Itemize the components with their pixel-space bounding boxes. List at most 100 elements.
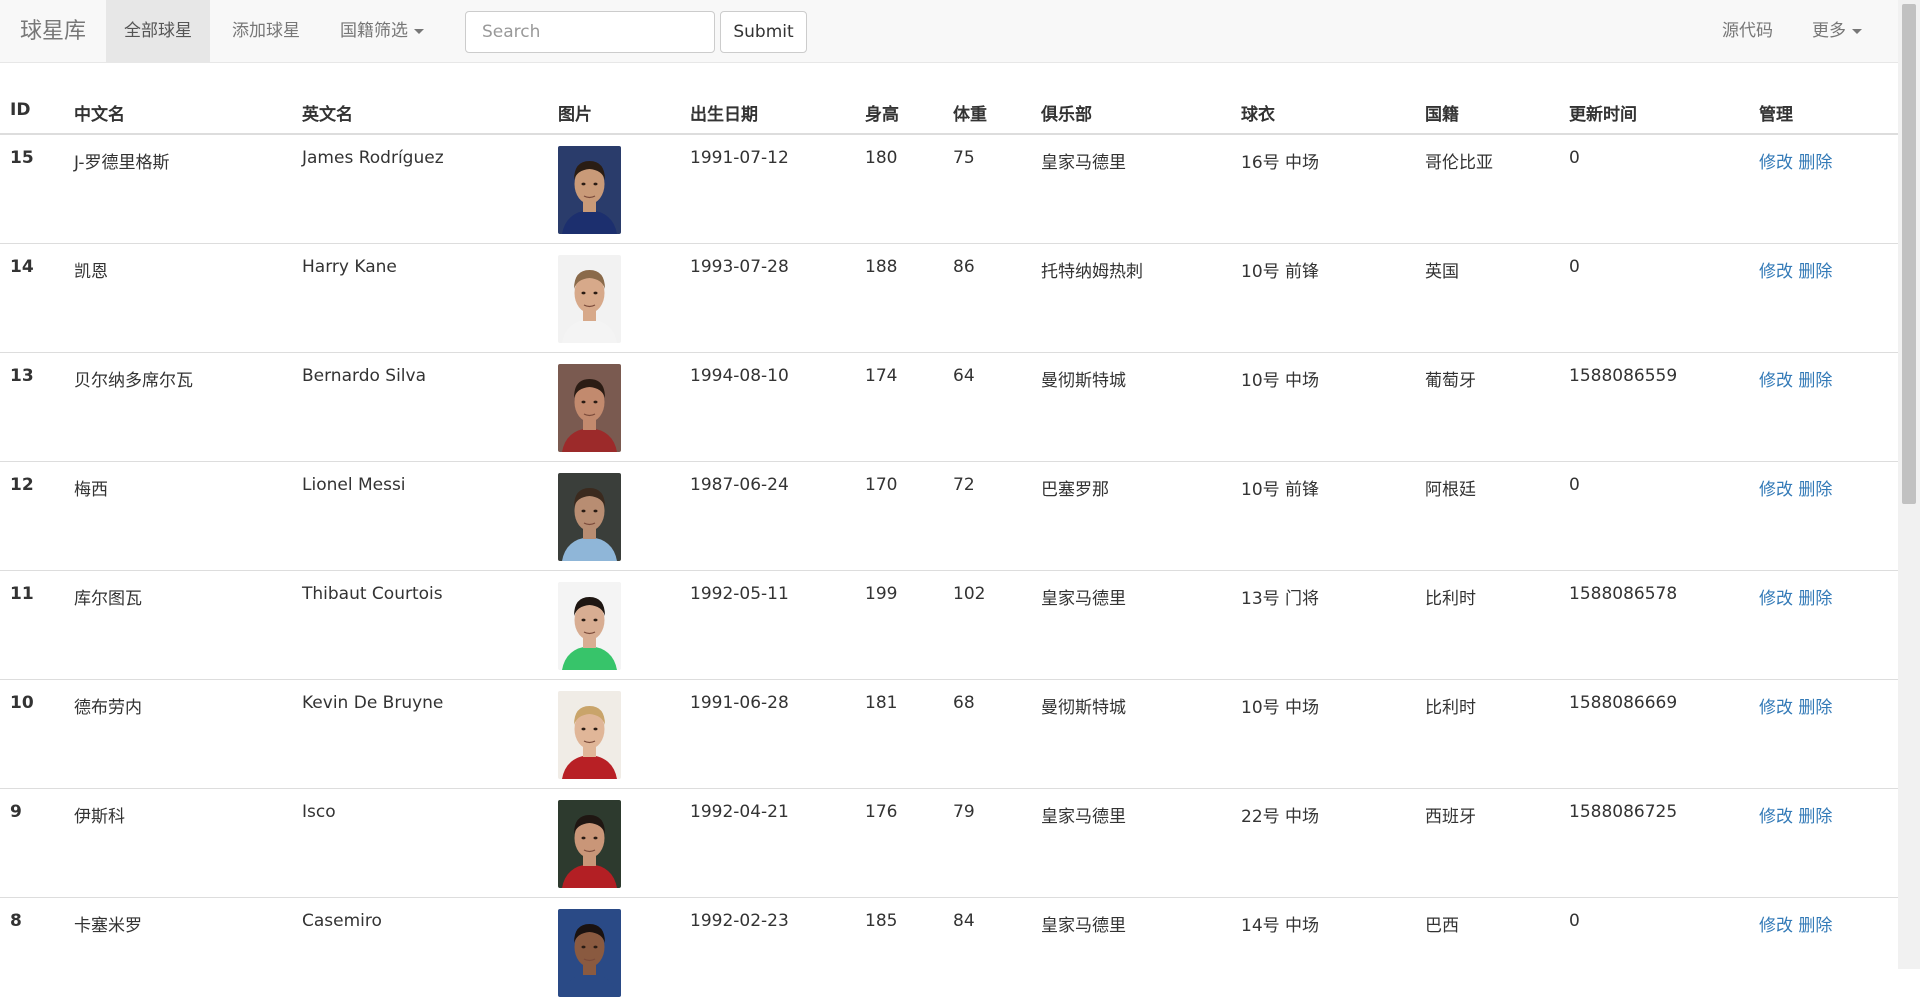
edit-link[interactable]: 修改	[1759, 480, 1793, 500]
english-name: James Rodríguez	[292, 133, 548, 243]
player-id: 15	[0, 133, 64, 243]
delete-link[interactable]: 删除	[1798, 480, 1832, 500]
photo-cell	[548, 460, 680, 570]
weight-value: 64	[943, 351, 1031, 461]
column-header: 俱乐部	[1031, 86, 1231, 135]
edit-link[interactable]: 修改	[1759, 589, 1793, 609]
player-photo	[558, 581, 621, 670]
english-name: Kevin De Bruyne	[292, 678, 548, 788]
player-id: 10	[0, 678, 64, 788]
photo-cell	[548, 787, 680, 897]
nationality: 英国	[1415, 242, 1559, 352]
nav-more-dropdown[interactable]: 更多	[1794, 0, 1880, 63]
nav-source-code[interactable]: 源代码	[1704, 0, 1791, 63]
edit-link[interactable]: 修改	[1759, 262, 1793, 282]
player-photo	[558, 363, 621, 452]
birth-date: 1987-06-24	[680, 460, 855, 570]
actions-cell: 修改 删除	[1749, 896, 1898, 1006]
weight-value: 75	[943, 133, 1031, 243]
table-row: 10 德布劳内 Kevin De Bruyne 1991-06-28 181 68 曼彻斯特…	[0, 678, 1898, 788]
player-id: 14	[0, 242, 64, 352]
nationality: 西班牙	[1415, 787, 1559, 897]
chinese-name: 贝尔纳多席尔瓦	[64, 351, 292, 461]
table-body: 15 J-罗德里格斯 James Rodríguez 1991-07-12 180 75 皇…	[0, 133, 1898, 1006]
column-header: 图片	[548, 86, 680, 135]
delete-link[interactable]: 删除	[1798, 698, 1832, 718]
chevron-down-icon	[414, 28, 424, 34]
update-time: 1588086578	[1559, 569, 1749, 679]
nationality-filter-label: 国籍筛选	[340, 21, 408, 41]
player-photo	[558, 690, 621, 779]
nationality: 葡萄牙	[1415, 351, 1559, 461]
edit-link[interactable]: 修改	[1759, 698, 1793, 718]
submit-button[interactable]: Submit	[720, 11, 807, 53]
delete-link[interactable]: 删除	[1798, 916, 1832, 936]
nationality: 比利时	[1415, 569, 1559, 679]
shirt-number-position: 10号 前锋	[1231, 460, 1415, 570]
height-value: 185	[855, 896, 943, 1006]
shirt-number-position: 10号 中场	[1231, 678, 1415, 788]
players-table: ID 中文名 英文名 图片 出生日期 身高 体重 俱乐部 球衣 国籍 更新时间 管理 15 J-罗德里格…	[0, 86, 1898, 1006]
table-row: 12 梅西 Lionel Messi 1987-06-24 170 72 巴塞罗那 10号 前…	[0, 460, 1898, 570]
birth-date: 1993-07-28	[680, 242, 855, 352]
edit-link[interactable]: 修改	[1759, 153, 1793, 173]
delete-link[interactable]: 删除	[1798, 153, 1832, 173]
column-header: ID	[0, 86, 64, 135]
weight-value: 84	[943, 896, 1031, 1006]
edit-link[interactable]: 修改	[1759, 371, 1793, 391]
column-header: 球衣	[1231, 86, 1415, 135]
nationality: 哥伦比亚	[1415, 133, 1559, 243]
actions-cell: 修改 删除	[1749, 787, 1898, 897]
photo-cell	[548, 896, 680, 1006]
edit-link[interactable]: 修改	[1759, 807, 1793, 827]
update-time: 1588086669	[1559, 678, 1749, 788]
update-time: 0	[1559, 460, 1749, 570]
update-time: 0	[1559, 242, 1749, 352]
english-name: Lionel Messi	[292, 460, 548, 570]
chevron-down-icon	[1852, 28, 1862, 34]
photo-cell	[548, 569, 680, 679]
actions-cell: 修改 删除	[1749, 460, 1898, 570]
brand-logo-link[interactable]: 球星库	[20, 0, 86, 63]
column-header: 身高	[855, 86, 943, 135]
delete-link[interactable]: 删除	[1798, 371, 1832, 391]
edit-link[interactable]: 修改	[1759, 916, 1793, 936]
update-time: 1588086725	[1559, 787, 1749, 897]
nav-add-player[interactable]: 添加球星	[214, 0, 318, 63]
player-id: 11	[0, 569, 64, 679]
vertical-scrollbar[interactable]	[1898, 0, 1920, 969]
search-input[interactable]	[465, 11, 715, 53]
weight-value: 86	[943, 242, 1031, 352]
more-label: 更多	[1812, 21, 1846, 41]
shirt-number-position: 14号 中场	[1231, 896, 1415, 1006]
club-name: 皇家马德里	[1031, 569, 1231, 679]
photo-cell	[548, 133, 680, 243]
nationality: 比利时	[1415, 678, 1559, 788]
chinese-name: 卡塞米罗	[64, 896, 292, 1006]
actions-cell: 修改 删除	[1749, 133, 1898, 243]
update-time: 1588086559	[1559, 351, 1749, 461]
delete-link[interactable]: 删除	[1798, 262, 1832, 282]
update-time: 0	[1559, 896, 1749, 1006]
shirt-number-position: 10号 中场	[1231, 351, 1415, 461]
scrollbar-thumb[interactable]	[1902, 4, 1916, 504]
nav-all-players[interactable]: 全部球星	[106, 0, 210, 63]
birth-date: 1991-06-28	[680, 678, 855, 788]
update-time: 0	[1559, 133, 1749, 243]
birth-date: 1991-07-12	[680, 133, 855, 243]
player-id: 9	[0, 787, 64, 897]
english-name: Bernardo Silva	[292, 351, 548, 461]
player-id: 13	[0, 351, 64, 461]
english-name: Harry Kane	[292, 242, 548, 352]
birth-date: 1992-02-23	[680, 896, 855, 1006]
weight-value: 102	[943, 569, 1031, 679]
nav-nationality-filter[interactable]: 国籍筛选	[322, 0, 442, 63]
table-header-row: ID 中文名 英文名 图片 出生日期 身高 体重 俱乐部 球衣 国籍 更新时间 管理	[0, 86, 1898, 135]
table-row: 11 库尔图瓦 Thibaut Courtois 1992-05-11 199 102 皇家…	[0, 569, 1898, 679]
english-name: Isco	[292, 787, 548, 897]
delete-link[interactable]: 删除	[1798, 807, 1832, 827]
column-header: 更新时间	[1559, 86, 1749, 135]
height-value: 174	[855, 351, 943, 461]
delete-link[interactable]: 删除	[1798, 589, 1832, 609]
actions-cell: 修改 删除	[1749, 569, 1898, 679]
